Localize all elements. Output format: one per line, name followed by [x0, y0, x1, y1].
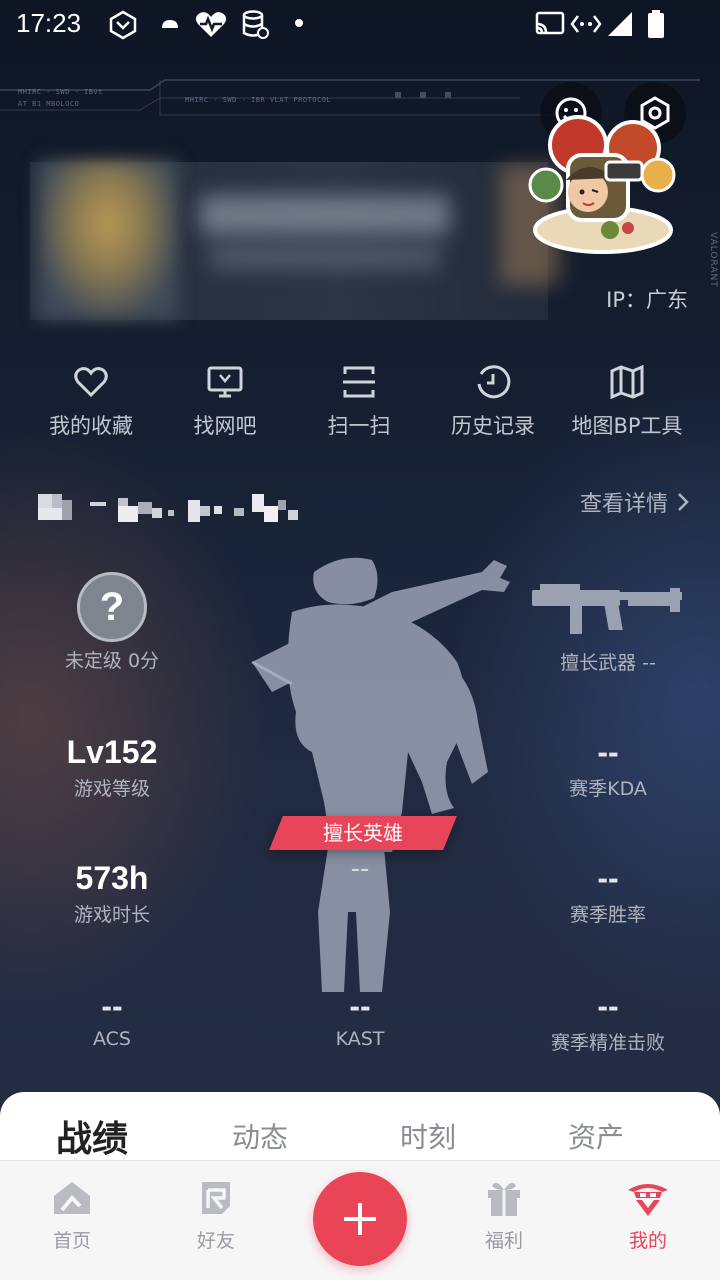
profile-name-blurred [200, 195, 450, 235]
app-logo-icon [109, 10, 137, 40]
cloud-icon [162, 20, 178, 28]
data-transfer-icon [570, 15, 602, 33]
nav-me[interactable]: 我的 [593, 1176, 703, 1253]
status-bar: 17:23 [0, 0, 720, 50]
account-name-pixelated [38, 494, 298, 522]
add-button[interactable] [313, 1172, 407, 1266]
stat-winrate: -- 赛季胜率 [508, 858, 708, 927]
stat-acs: -- ACS [12, 986, 212, 1050]
action-favorites[interactable]: 我的收藏 [16, 362, 166, 440]
rank-badge-value: ? [99, 584, 125, 629]
database-icon [242, 10, 269, 39]
stat-label: KAST [335, 1028, 385, 1050]
signal-icon [608, 12, 632, 36]
action-history[interactable]: 历史记录 [418, 362, 568, 440]
stat-value: 573h [75, 860, 149, 896]
stat-value: Lv152 [66, 734, 158, 770]
tab-record[interactable]: 战绩 [22, 1110, 162, 1162]
stat-label: ACS [93, 1028, 131, 1050]
quick-actions: 我的收藏 找网吧 扫一扫 历史记录 地图BP工具 [0, 362, 720, 452]
nav-home[interactable]: 首页 [17, 1176, 127, 1253]
stat-level: Lv152 游戏等级 [12, 732, 212, 801]
circuit-text: MHIRC - SWD - IBvt [18, 88, 103, 96]
hero-silhouette [251, 557, 510, 992]
circuit-text: MHIRC - SWD - IBR VLAT PROTOCOL [185, 96, 332, 104]
hero-value: -- [350, 854, 370, 884]
stat-label: 擅长武器 -- [560, 652, 656, 674]
tab-feed[interactable]: 动态 [190, 1116, 330, 1156]
action-label: 我的收藏 [49, 414, 133, 438]
nav-label: 福利 [484, 1230, 523, 1252]
action-label: 找网吧 [193, 414, 257, 438]
stat-label: 游戏等级 [73, 778, 150, 800]
stat-value: -- [101, 988, 123, 1024]
stat-label: 赛季KDA [569, 778, 647, 800]
action-map-bp-tool[interactable]: 地图BP工具 [552, 362, 702, 440]
nav-label: 首页 [52, 1230, 91, 1252]
heart-icon [74, 367, 108, 398]
profile-agent-icon [628, 1184, 668, 1216]
monitor-icon [207, 366, 243, 398]
nav-friends[interactable]: 好友 [161, 1176, 271, 1253]
stat-value: -- [349, 988, 371, 1024]
view-details-label: 查看详情 [579, 492, 668, 517]
stat-value: -- [597, 734, 619, 770]
character-sticker[interactable] [518, 100, 678, 260]
stat-label: 赛季胜率 [569, 904, 646, 926]
action-scan[interactable]: 扫一扫 [284, 362, 434, 440]
action-label: 扫一扫 [327, 414, 391, 438]
tab-assets[interactable]: 资产 [526, 1116, 666, 1156]
smg-weapon-icon [532, 584, 682, 634]
plus-icon [344, 1203, 376, 1235]
stat-label: 未定级 0分 [64, 650, 160, 672]
cast-icon [535, 11, 565, 35]
stat-kda: -- 赛季KDA [508, 732, 708, 801]
stat-weapon[interactable]: 擅长武器 -- [508, 580, 708, 675]
hero-tag[interactable]: 擅长英雄 [276, 816, 450, 850]
ip-location: IP：广东 [606, 288, 688, 312]
nav-label: 我的 [628, 1230, 667, 1252]
map-icon [610, 364, 644, 400]
home-icon [54, 1182, 90, 1214]
side-vertical-text: VALORANT [708, 232, 718, 288]
nav-benefits[interactable]: 福利 [449, 1176, 559, 1253]
stat-label: 赛季精准击败 [550, 1032, 665, 1054]
profile-subtitle-blurred [210, 245, 440, 269]
view-details-link[interactable]: 查看详情 [580, 486, 690, 518]
avatar[interactable] [38, 160, 178, 320]
stat-value: -- [597, 860, 619, 896]
scan-icon [343, 366, 375, 398]
history-icon [477, 365, 511, 399]
status-time: 17:23 [16, 8, 82, 38]
stat-rank[interactable]: ? 未定级 0分 [12, 572, 212, 673]
gift-icon [488, 1182, 520, 1216]
notification-dot-icon [295, 19, 303, 27]
action-find-cafe[interactable]: 找网吧 [150, 362, 300, 440]
stat-value: -- [597, 988, 619, 1024]
tab-moments[interactable]: 时刻 [358, 1116, 498, 1156]
stat-kast: -- KAST [260, 986, 460, 1050]
chevron-right-icon [678, 493, 689, 511]
rank-badge-icon: ? [77, 572, 147, 642]
circuit-text: AT B1 MBOLOCO [18, 100, 80, 108]
action-label: 历史记录 [451, 414, 535, 438]
stat-precise-kills: -- 赛季精准击败 [508, 986, 708, 1055]
friends-icon [202, 1182, 230, 1214]
health-icon [195, 12, 227, 37]
stat-label: 游戏时长 [73, 904, 150, 926]
nav-label: 好友 [196, 1230, 235, 1252]
action-label: 地图BP工具 [571, 414, 683, 438]
battery-icon [648, 10, 664, 38]
stat-hours: 573h 游戏时长 [12, 858, 212, 927]
